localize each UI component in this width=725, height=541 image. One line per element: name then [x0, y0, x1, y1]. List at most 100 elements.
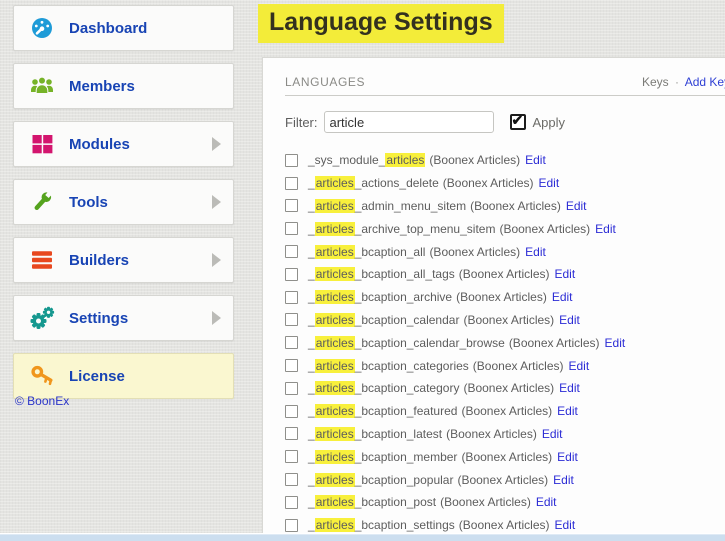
- key-edit-link[interactable]: Edit: [566, 199, 587, 213]
- key-checkbox[interactable]: [285, 496, 298, 509]
- filter-match-highlight: articles: [315, 473, 355, 487]
- key-module-label: (Boonex Articles): [463, 381, 554, 395]
- key-checkbox[interactable]: [285, 268, 298, 281]
- key-name: _articles_bcaption_post: [308, 495, 436, 509]
- key-module-label: (Boonex Articles): [457, 473, 548, 487]
- sidebar-item-settings[interactable]: Settings: [13, 295, 234, 341]
- key-checkbox[interactable]: [285, 359, 298, 372]
- key-module-label: (Boonex Articles): [440, 495, 531, 509]
- language-key-row: _articles_bcaption_member (Boonex Articl…: [285, 445, 725, 468]
- panel-nav: Keys · Add Key · L: [642, 75, 725, 89]
- key-edit-link[interactable]: Edit: [554, 518, 575, 532]
- key-checkbox[interactable]: [285, 291, 298, 304]
- key-checkbox[interactable]: [285, 427, 298, 440]
- filter-match-highlight: articles: [315, 222, 355, 236]
- filter-match-highlight: articles: [385, 153, 425, 167]
- key-checkbox[interactable]: [285, 519, 298, 532]
- key-module-label: (Boonex Articles): [461, 404, 552, 418]
- chevron-right-icon: [212, 137, 221, 151]
- filter-label: Filter:: [285, 115, 318, 130]
- key-name: _articles_bcaption_all: [308, 245, 425, 259]
- sidebar-item-modules[interactable]: Modules: [13, 121, 234, 167]
- language-key-row: _articles_admin_menu_sitem (Boonex Artic…: [285, 195, 725, 218]
- key-module-label: (Boonex Articles): [463, 313, 554, 327]
- key-checkbox[interactable]: [285, 245, 298, 258]
- key-edit-link[interactable]: Edit: [559, 313, 580, 327]
- license-key-icon: [29, 363, 55, 389]
- key-module-label: (Boonex Articles): [446, 427, 537, 441]
- key-checkbox[interactable]: [285, 382, 298, 395]
- sidebar-item-label: Builders: [69, 252, 129, 269]
- filter-match-highlight: articles: [315, 450, 355, 464]
- key-edit-link[interactable]: Edit: [542, 427, 563, 441]
- key-edit-link[interactable]: Edit: [538, 176, 559, 190]
- sidebar-item-members[interactable]: Members: [13, 63, 234, 109]
- key-checkbox[interactable]: [285, 313, 298, 326]
- key-edit-link[interactable]: Edit: [536, 495, 557, 509]
- key-edit-link[interactable]: Edit: [525, 245, 546, 259]
- key-checkbox[interactable]: [285, 336, 298, 349]
- key-module-label: (Boonex Articles): [509, 336, 600, 350]
- key-name: _articles_admin_menu_sitem: [308, 199, 466, 213]
- sidebar-item-dashboard[interactable]: Dashboard: [13, 5, 234, 51]
- key-edit-link[interactable]: Edit: [552, 290, 573, 304]
- key-edit-link[interactable]: Edit: [554, 267, 575, 281]
- sidebar-item-license[interactable]: License: [13, 353, 234, 399]
- apply-checkbox[interactable]: ✔: [510, 114, 526, 130]
- language-key-row: _sys_module_articles (Boonex Articles) E…: [285, 149, 725, 172]
- key-module-label: (Boonex Articles): [499, 222, 590, 236]
- language-key-row: _articles_bcaption_categories (Boonex Ar…: [285, 354, 725, 377]
- key-edit-link[interactable]: Edit: [605, 336, 626, 350]
- key-checkbox[interactable]: [285, 473, 298, 486]
- dashboard-gauge-icon: [29, 15, 55, 41]
- key-edit-link[interactable]: Edit: [553, 473, 574, 487]
- horizontal-scrollbar[interactable]: [0, 534, 725, 541]
- sidebar-item-label: Tools: [69, 194, 108, 211]
- filter-input[interactable]: [324, 111, 494, 133]
- sidebar-item-label: Modules: [69, 136, 130, 153]
- language-key-row: _articles_bcaption_post (Boonex Articles…: [285, 491, 725, 514]
- boonex-link[interactable]: © BoonEx: [15, 394, 69, 408]
- nav-add-key-link[interactable]: Add Key: [685, 75, 725, 89]
- panel-divider: [285, 95, 725, 96]
- key-module-label: (Boonex Articles): [456, 290, 547, 304]
- key-edit-link[interactable]: Edit: [559, 381, 580, 395]
- language-key-row: _articles_bcaption_category (Boonex Arti…: [285, 377, 725, 400]
- key-name: _articles_bcaption_latest: [308, 427, 442, 441]
- key-name: _articles_bcaption_all_tags: [308, 267, 455, 281]
- members-people-icon: [29, 73, 55, 99]
- key-checkbox[interactable]: [285, 405, 298, 418]
- key-checkbox[interactable]: [285, 222, 298, 235]
- key-checkbox[interactable]: [285, 177, 298, 190]
- key-name: _articles_archive_top_menu_sitem: [308, 222, 495, 236]
- key-module-label: (Boonex Articles): [459, 267, 550, 281]
- key-name: _articles_actions_delete: [308, 176, 439, 190]
- filter-match-highlight: articles: [315, 518, 355, 532]
- panel-section-title: LANGUAGES: [285, 75, 365, 89]
- key-name: _articles_bcaption_archive: [308, 290, 452, 304]
- key-name: _articles_bcaption_popular: [308, 473, 453, 487]
- key-module-label: (Boonex Articles): [443, 176, 534, 190]
- sidebar-item-label: Members: [69, 78, 135, 95]
- key-edit-link[interactable]: Edit: [595, 222, 616, 236]
- chevron-right-icon: [212, 195, 221, 209]
- language-key-row: _articles_bcaption_archive (Boonex Artic…: [285, 286, 725, 309]
- chevron-right-icon: [212, 253, 221, 267]
- sidebar-item-tools[interactable]: Tools: [13, 179, 234, 225]
- key-checkbox[interactable]: [285, 154, 298, 167]
- language-key-row: _articles_bcaption_calendar_browse (Boon…: [285, 331, 725, 354]
- language-keys-list: _sys_module_articles (Boonex Articles) E…: [285, 149, 725, 537]
- nav-keys[interactable]: Keys: [642, 75, 669, 89]
- apply-label: Apply: [533, 115, 566, 130]
- key-edit-link[interactable]: Edit: [557, 404, 578, 418]
- sidebar-item-builders[interactable]: Builders: [13, 237, 234, 283]
- tools-wrench-icon: [29, 189, 55, 215]
- key-checkbox[interactable]: [285, 450, 298, 463]
- filter-row: Filter: ✔ Apply: [285, 110, 565, 134]
- filter-match-highlight: articles: [315, 199, 355, 213]
- key-edit-link[interactable]: Edit: [557, 450, 578, 464]
- key-checkbox[interactable]: [285, 199, 298, 212]
- key-edit-link[interactable]: Edit: [525, 153, 546, 167]
- key-edit-link[interactable]: Edit: [569, 359, 590, 373]
- key-name: _articles_bcaption_settings: [308, 518, 455, 532]
